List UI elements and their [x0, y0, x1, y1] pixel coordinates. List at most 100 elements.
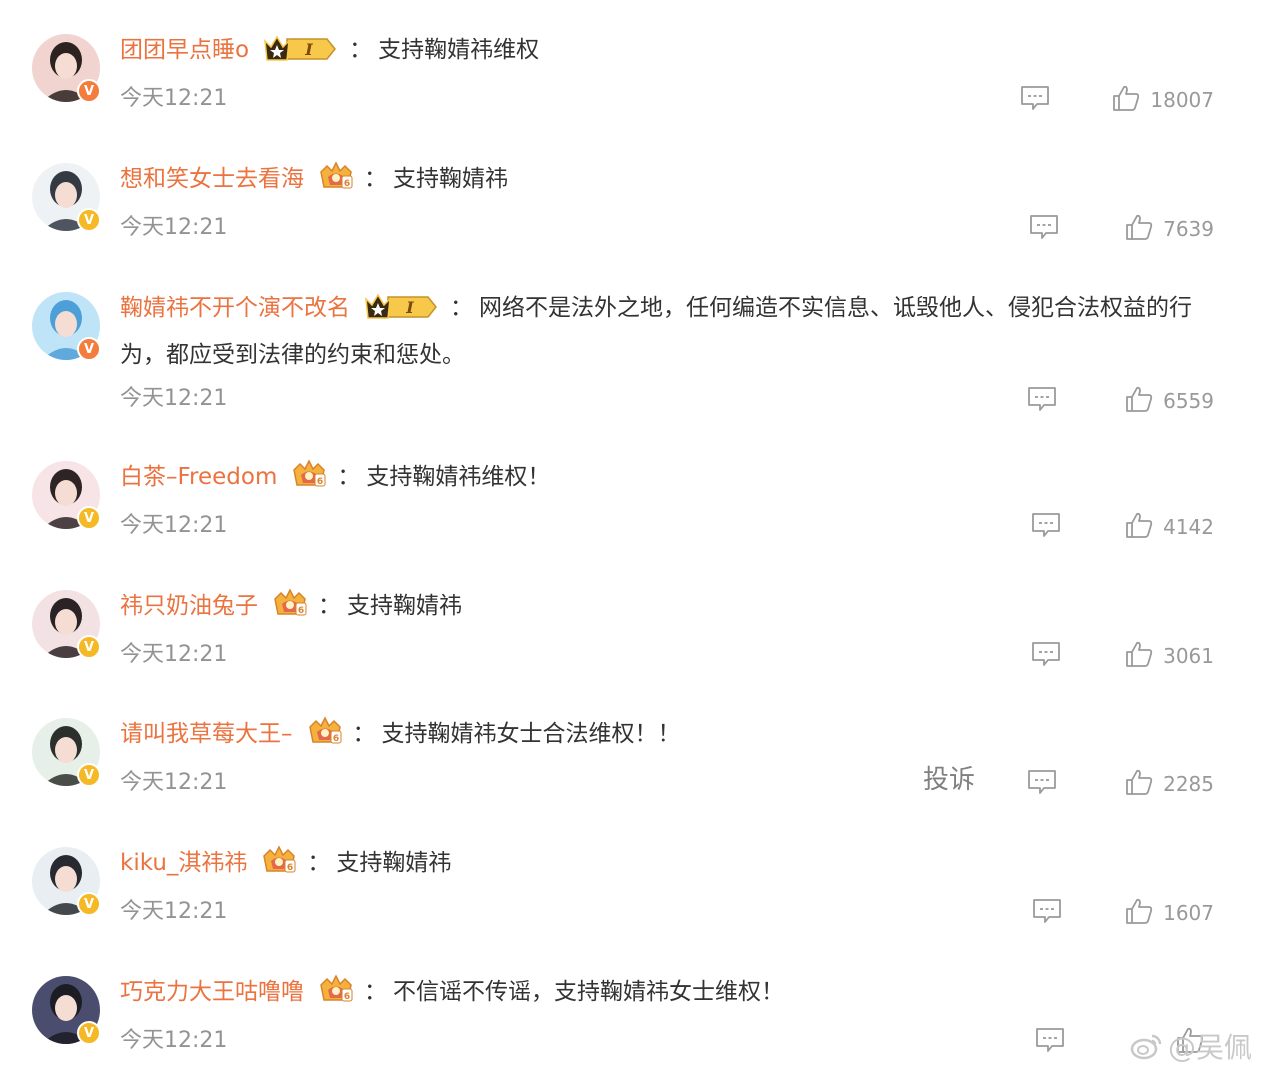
username-link[interactable]: 巧克力大王咕噜噜	[120, 979, 304, 1005]
colon-separator: ：	[318, 593, 341, 619]
svg-text:I: I	[304, 40, 313, 59]
like-button[interactable]: 6559	[1125, 385, 1214, 417]
like-count: 4142	[1163, 515, 1214, 539]
comment-time: 今天12:21	[120, 770, 228, 795]
username-link[interactable]: 白茶–Freedom	[120, 464, 277, 490]
like-button[interactable]: 2285	[1125, 768, 1214, 800]
like-button[interactable]: 7639	[1125, 213, 1214, 245]
username-link[interactable]: kiku_淇祎祎	[120, 850, 247, 876]
verified-v-icon: V	[77, 892, 101, 916]
comment-text: 支持鞠婧祎	[336, 850, 452, 876]
user-avatar[interactable]: V	[32, 718, 101, 787]
verified-v-icon: V	[77, 635, 101, 659]
vip-level-icon[interactable]: 6	[318, 160, 354, 206]
username-link[interactable]: 鞠婧祎不开个演不改名	[120, 295, 350, 321]
weibo-logo-icon	[1130, 1034, 1162, 1060]
svg-text:6: 6	[317, 477, 323, 487]
username-link[interactable]: 祎只奶油兔子	[120, 593, 258, 619]
comment-line: kiku_淇祎祎 6 ：支持鞠婧祎	[120, 843, 1234, 890]
username-link[interactable]: 团团早点睡o	[120, 37, 249, 63]
like-count: 2285	[1163, 772, 1214, 796]
svg-text:6: 6	[344, 992, 350, 1002]
colon-separator: ：	[364, 979, 387, 1005]
comment-line: 请叫我草莓大王– 6 ：支持鞠婧祎女士合法维权！！	[120, 714, 1234, 761]
comment-icon[interactable]	[1027, 386, 1057, 412]
like-count: 18007	[1150, 88, 1214, 112]
comment-line: 巧克力大王咕噜噜 6 ：不信谣不传谣，支持鞠婧祎女士维权！	[120, 972, 1234, 1019]
watermark-text: @吴佩	[1167, 1031, 1252, 1064]
like-button[interactable]: 1607	[1125, 897, 1214, 929]
comment-time: 今天12:21	[120, 899, 228, 924]
comment-time: 今天12:21	[120, 513, 228, 538]
svg-text:6: 6	[332, 734, 338, 744]
comment-line: 团团早点睡o I ：支持鞠婧祎维权	[120, 30, 1234, 77]
user-avatar[interactable]: V	[32, 976, 101, 1045]
like-button[interactable]: 4142	[1125, 511, 1214, 543]
svg-text:I: I	[405, 298, 414, 317]
colon-separator: ：	[450, 295, 473, 321]
report-button[interactable]: 投诉	[923, 759, 975, 796]
user-avatar[interactable]: V	[32, 34, 101, 103]
verified-v-icon: V	[77, 208, 101, 232]
verified-v-icon: V	[77, 763, 101, 787]
comment-icon[interactable]	[1027, 769, 1057, 795]
user-avatar[interactable]: V	[32, 847, 101, 916]
vip-level-icon[interactable]: 6	[307, 715, 343, 761]
thumbs-up-icon	[1125, 897, 1153, 929]
like-count: 1607	[1163, 901, 1214, 925]
verified-v-icon: V	[77, 337, 101, 361]
comment-icon[interactable]	[1031, 641, 1061, 667]
like-count: 3061	[1163, 644, 1214, 668]
comment-icon[interactable]	[1020, 85, 1050, 111]
comment-line: 鞠婧祎不开个演不改名 I：网络不是法外之地，任何编造不实信息、诋毁他人、侵犯合法权…	[120, 288, 1234, 376]
comment-icon[interactable]	[1032, 898, 1062, 924]
vip-level-icon[interactable]: 6	[272, 587, 308, 633]
colon-separator: ：	[307, 850, 331, 876]
colon-separator: ：	[337, 464, 361, 490]
colon-separator: ：	[352, 721, 376, 747]
comment-text: 支持鞠婧祎	[347, 593, 462, 619]
verified-v-icon: V	[77, 506, 101, 530]
svg-text:6: 6	[298, 606, 304, 616]
username-link[interactable]: 请叫我草莓大王–	[120, 721, 293, 747]
comment-text: 支持鞠婧祎维权！	[366, 464, 551, 490]
vip-level-icon[interactable]: 6	[261, 844, 297, 890]
comment-icon[interactable]	[1031, 512, 1061, 538]
thumbs-up-icon	[1125, 640, 1153, 672]
like-count: 6559	[1163, 389, 1214, 413]
thumbs-up-icon	[1125, 385, 1153, 417]
thumbs-up-icon	[1112, 84, 1140, 116]
thumbs-up-icon	[1125, 511, 1153, 543]
like-button[interactable]: 18007	[1112, 84, 1214, 116]
user-avatar[interactable]: V	[32, 461, 101, 530]
comment-time: 今天12:21	[120, 1028, 228, 1053]
vip-level-icon[interactable]: 6	[291, 458, 327, 504]
comment-text: 支持鞠婧祎女士合法维权！！	[381, 721, 681, 747]
comment-text: 支持鞠婧祎维权	[378, 37, 540, 63]
vip-level-icon[interactable]: 6	[318, 973, 354, 1019]
colon-separator: ：	[364, 166, 387, 192]
comment-time: 今天12:21	[120, 642, 228, 667]
comment-line: 想和笑女士去看海 6 ：支持鞠婧祎	[120, 159, 1234, 206]
comment-icon[interactable]	[1029, 214, 1059, 240]
comment-time: 今天12:21	[120, 215, 228, 240]
user-avatar[interactable]: V	[32, 163, 101, 232]
svg-text:6: 6	[287, 863, 293, 873]
like-count: 7639	[1163, 217, 1214, 241]
comment-time: 今天12:21	[120, 386, 228, 411]
weibo-watermark: @吴佩	[1130, 1026, 1252, 1066]
comment-time: 今天12:21	[120, 86, 228, 111]
like-button[interactable]: 3061	[1125, 640, 1214, 672]
vip-level-icon[interactable]: I	[263, 35, 339, 77]
comment-text: 支持鞠婧祎	[393, 166, 508, 192]
comment-text: 不信谣不传谣，支持鞠婧祎女士维权！	[393, 979, 784, 1005]
user-avatar[interactable]: V	[32, 292, 101, 361]
vip-level-icon[interactable]: I	[364, 293, 440, 335]
thumbs-up-icon	[1125, 213, 1153, 245]
colon-separator: ：	[349, 37, 373, 63]
username-link[interactable]: 想和笑女士去看海	[120, 166, 304, 192]
user-avatar[interactable]: V	[32, 590, 101, 659]
comment-line: 祎只奶油兔子 6 ：支持鞠婧祎	[120, 586, 1234, 633]
verified-v-icon: V	[77, 1021, 101, 1045]
comment-icon[interactable]	[1035, 1027, 1065, 1053]
